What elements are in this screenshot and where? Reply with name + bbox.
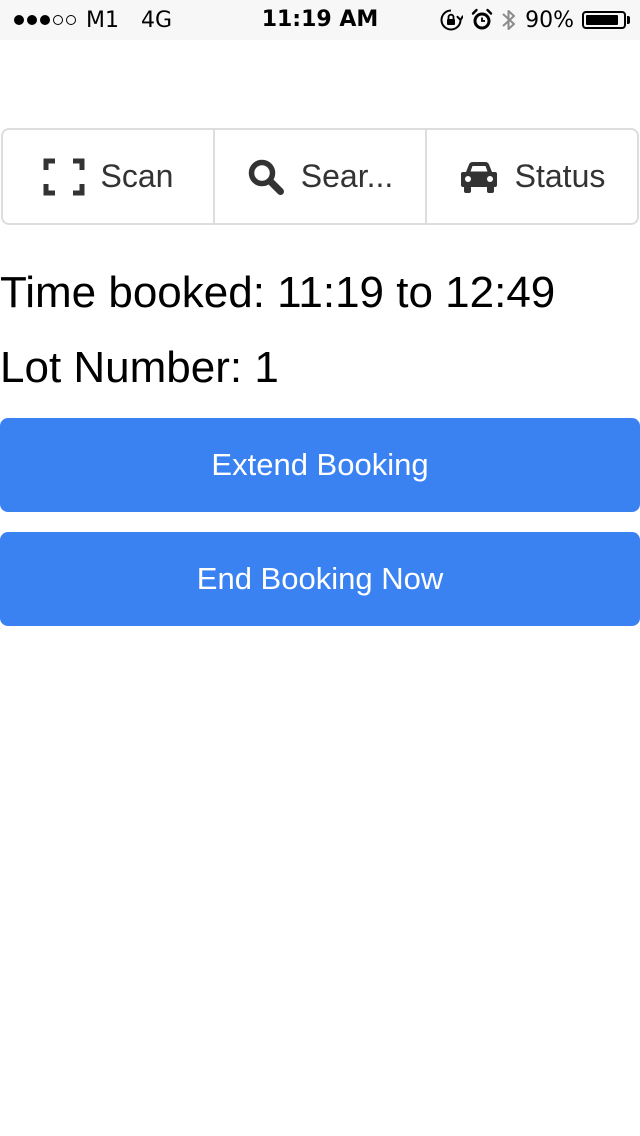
lot-number-text: Lot Number: 1	[0, 343, 279, 392]
search-button[interactable]: Sear...	[213, 130, 425, 223]
search-button-label: Sear...	[300, 158, 394, 194]
extend-booking-button[interactable]: Extend Booking	[0, 418, 640, 512]
scan-frame-icon	[43, 158, 85, 195]
status-bar-right: 90%	[439, 0, 630, 40]
battery-percent: 90%	[525, 7, 574, 33]
scan-button[interactable]: Scan	[3, 130, 213, 223]
status-button[interactable]: Status	[425, 130, 637, 223]
scan-button-label: Scan	[100, 158, 174, 194]
alarm-icon	[471, 8, 493, 30]
search-icon	[248, 159, 284, 195]
battery-body	[582, 11, 626, 29]
status-button-label: Status	[514, 158, 606, 194]
battery-cap	[627, 16, 630, 24]
battery-icon	[582, 11, 630, 29]
bluetooth-icon	[502, 10, 516, 30]
battery-fill	[586, 15, 619, 25]
time-booked-text: Time booked: 11:19 to 12:49	[0, 268, 556, 317]
end-booking-button[interactable]: End Booking Now	[0, 532, 640, 626]
rotation-lock-icon	[440, 9, 464, 31]
car-icon	[460, 161, 497, 193]
status-bar: M1 4G 11:19 AM 90%	[0, 0, 640, 40]
nav-segmented-control: Scan Sear... Status	[1, 128, 639, 225]
